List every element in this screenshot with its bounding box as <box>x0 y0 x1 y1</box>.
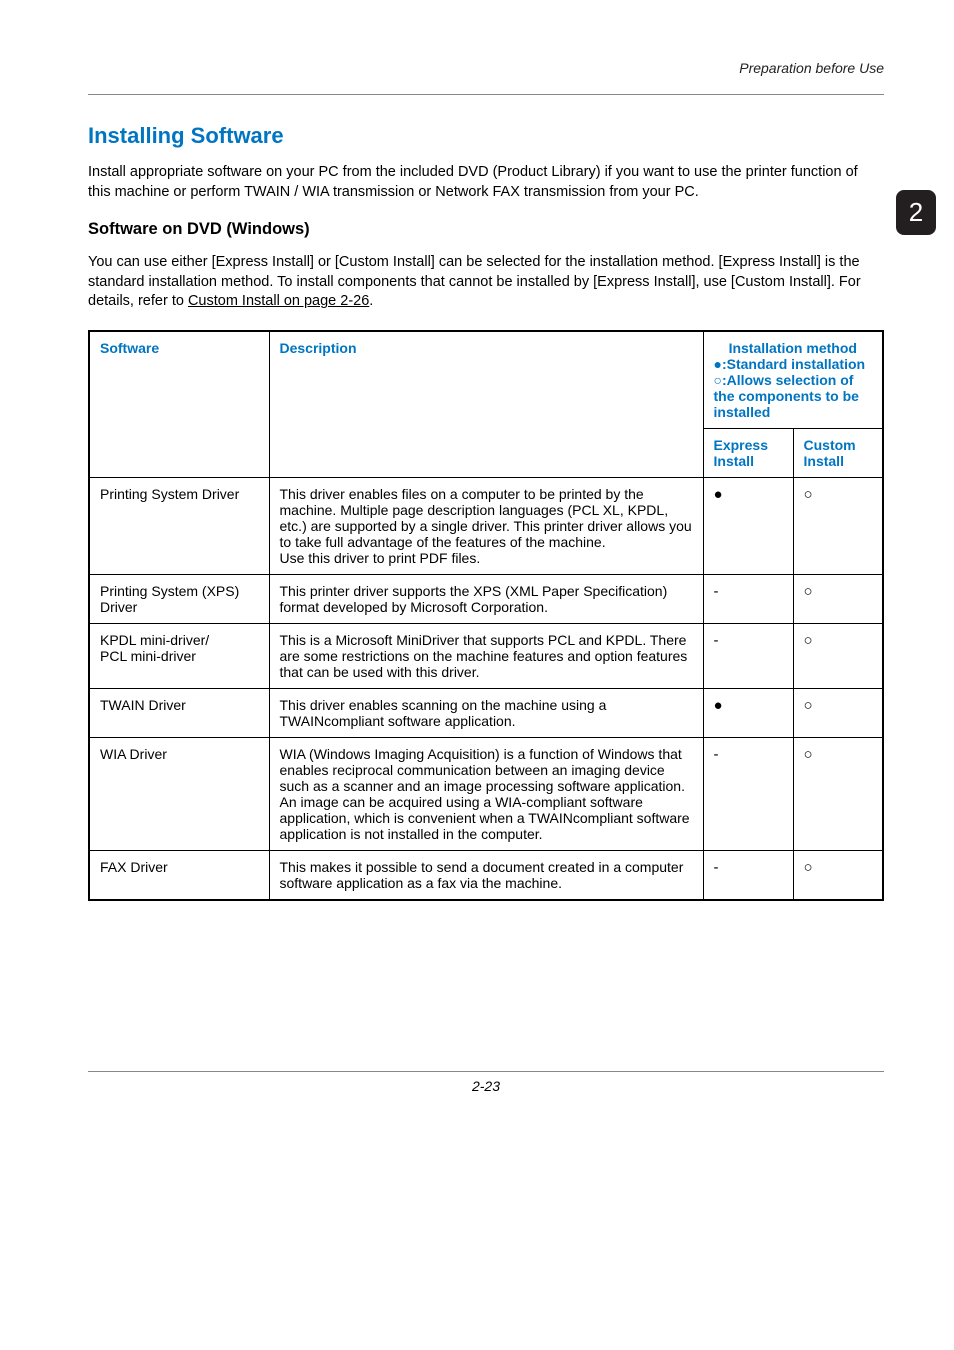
install-method-standard: ●:Standard installation <box>714 356 873 372</box>
cell-express: ● <box>703 477 793 574</box>
cell-custom: ○ <box>793 688 883 737</box>
cell-software: TWAIN Driver <box>89 688 269 737</box>
cell-custom: ○ <box>793 623 883 688</box>
chapter-label: Preparation before Use <box>88 60 884 84</box>
cell-description: WIA (Windows Imaging Acquisition) is a f… <box>269 737 703 850</box>
cell-description: This is a Microsoft MiniDriver that supp… <box>269 623 703 688</box>
intro-paragraph: Install appropriate software on your PC … <box>88 163 884 202</box>
cell-express: - <box>703 737 793 850</box>
table-row: TWAIN Driver This driver enables scannin… <box>89 688 883 737</box>
th-express: Express Install <box>703 428 793 477</box>
table-row: KPDL mini-driver/ PCL mini-driver This i… <box>89 623 883 688</box>
cell-description: This driver enables scanning on the mach… <box>269 688 703 737</box>
cell-description: This driver enables files on a computer … <box>269 477 703 574</box>
header-rule <box>88 94 884 95</box>
table-row: WIA Driver WIA (Windows Imaging Acquisit… <box>89 737 883 850</box>
section-paragraph: You can use either [Express Install] or … <box>88 253 884 312</box>
page-title: Installing Software <box>88 123 884 149</box>
cell-software: FAX Driver <box>89 850 269 900</box>
table-row: FAX Driver This makes it possible to sen… <box>89 850 883 900</box>
install-method-title: Installation method <box>714 340 873 356</box>
cell-description: This makes it possible to send a documen… <box>269 850 703 900</box>
para-text-b: . <box>369 293 373 309</box>
cell-express: - <box>703 623 793 688</box>
cell-software: WIA Driver <box>89 737 269 850</box>
cell-express: ● <box>703 688 793 737</box>
software-table: Software Description Installation method… <box>88 330 884 901</box>
table-body: Printing System Driver This driver enabl… <box>89 477 883 900</box>
cell-custom: ○ <box>793 477 883 574</box>
th-description: Description <box>269 331 703 478</box>
th-software: Software <box>89 331 269 478</box>
cell-software: Printing System Driver <box>89 477 269 574</box>
cell-custom: ○ <box>793 737 883 850</box>
cell-custom: ○ <box>793 574 883 623</box>
table-row: Printing System (XPS) Driver This printe… <box>89 574 883 623</box>
chapter-tab: 2 <box>896 190 936 235</box>
install-method-allows: ○:Allows selection of the components to … <box>714 372 873 420</box>
cell-express: - <box>703 850 793 900</box>
cell-software: KPDL mini-driver/ PCL mini-driver <box>89 623 269 688</box>
th-install-method: Installation method ●:Standard installat… <box>703 331 883 429</box>
cell-custom: ○ <box>793 850 883 900</box>
cell-description: This printer driver supports the XPS (XM… <box>269 574 703 623</box>
cell-express: - <box>703 574 793 623</box>
th-custom: Custom Install <box>793 428 883 477</box>
section-heading: Software on DVD (Windows) <box>88 220 884 239</box>
table-row: Printing System Driver This driver enabl… <box>89 477 883 574</box>
page-number: 2-23 <box>88 1072 884 1094</box>
cell-software: Printing System (XPS) Driver <box>89 574 269 623</box>
custom-install-link[interactable]: Custom Install on page 2-26 <box>188 293 369 309</box>
